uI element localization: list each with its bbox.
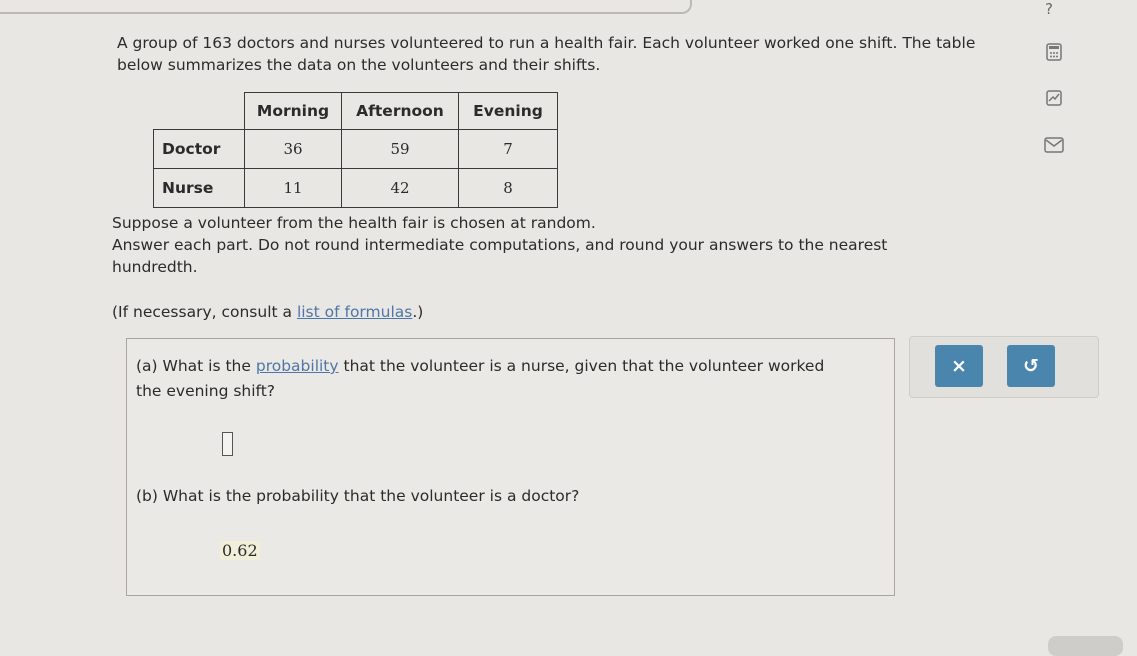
help-button[interactable]: ? — [1036, 0, 1062, 20]
formulas-prefix: (If necessary, consult a — [112, 303, 297, 321]
table-cell: 7 — [458, 129, 558, 169]
table-row: Nurse 11 42 8 — [153, 168, 558, 208]
volunteer-table: Morning Afternoon Evening Doctor 36 59 7… — [153, 92, 558, 208]
table-cell: 11 — [244, 168, 342, 208]
bottom-tab[interactable] — [1048, 636, 1123, 656]
table-row: Doctor 36 59 7 — [153, 129, 558, 169]
calculator-icon[interactable] — [1043, 42, 1065, 62]
formulas-note: (If necessary, consult a list of formula… — [112, 301, 992, 323]
formulas-link[interactable]: list of formulas — [297, 303, 412, 321]
undo-button[interactable]: ↺ — [1007, 345, 1055, 387]
column-header: Afternoon — [341, 92, 459, 130]
table-corner — [153, 92, 245, 130]
random-selection-text: Suppose a volunteer from the health fair… — [112, 214, 596, 232]
row-header: Nurse — [153, 168, 245, 208]
part-a-prefix: (a) What is the — [136, 357, 256, 375]
formulas-suffix: .) — [412, 303, 424, 321]
table-cell: 8 — [458, 168, 558, 208]
table-cell: 36 — [244, 129, 342, 169]
part-a-question: (a) What is the probability that the vol… — [136, 354, 826, 404]
instructions-text: Answer each part. Do not round intermedi… — [112, 236, 888, 276]
part-a-answer-input[interactable] — [222, 432, 233, 456]
row-header: Doctor — [153, 129, 245, 169]
table-cell: 59 — [341, 129, 459, 169]
part-b-answer[interactable]: 0.62 — [220, 541, 260, 560]
clear-button[interactable]: × — [935, 345, 983, 387]
part-b-question: (b) What is the probability that the vol… — [136, 487, 580, 505]
table-header-row: Morning Afternoon Evening — [153, 92, 558, 130]
mail-icon[interactable] — [1043, 135, 1065, 155]
top-progress-frame — [0, 0, 692, 14]
column-header: Evening — [458, 92, 558, 130]
problem-intro: A group of 163 doctors and nurses volunt… — [117, 34, 976, 74]
probability-link[interactable]: probability — [256, 357, 339, 375]
chart-icon[interactable] — [1043, 88, 1065, 108]
column-header: Morning — [244, 92, 342, 130]
table-cell: 42 — [341, 168, 459, 208]
